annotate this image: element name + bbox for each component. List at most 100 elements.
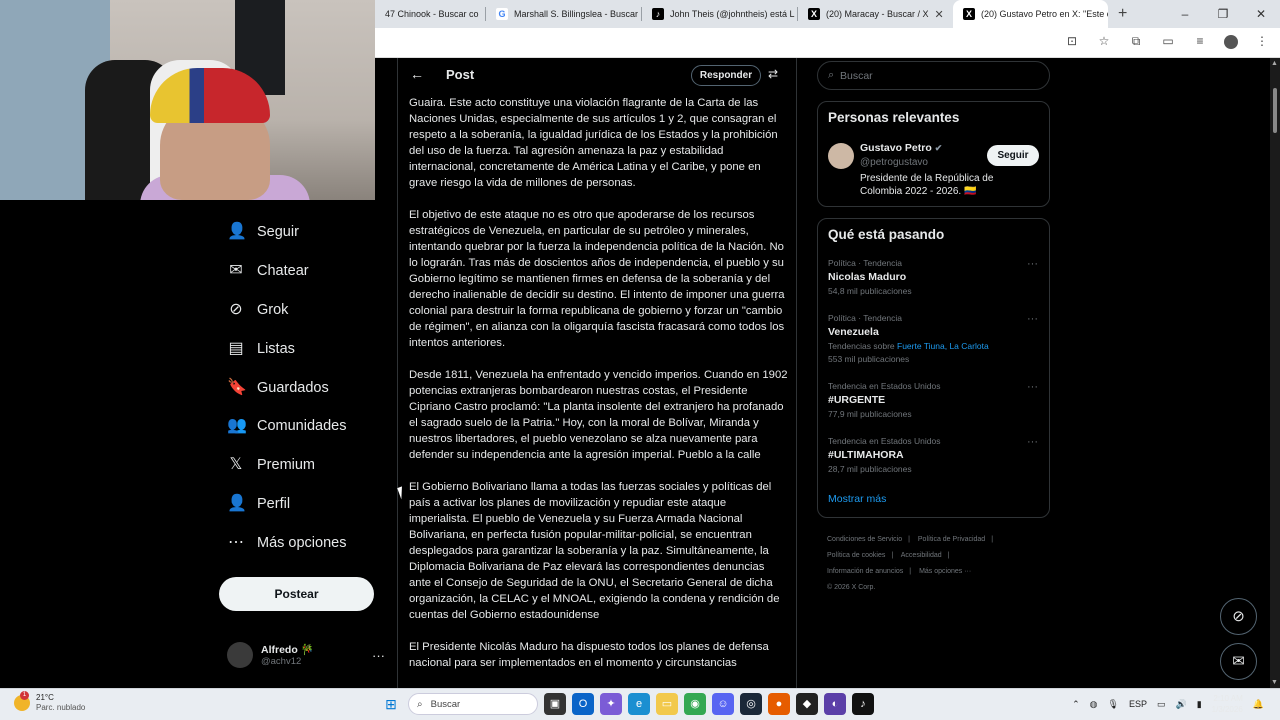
discord-icon[interactable]: ☺ [712,693,734,715]
sidebar-footer: Condiciones de Servicio | Política de Pri… [827,532,1047,596]
window-controls: – ❐ ✕ [1166,0,1280,28]
tiktok-icon[interactable]: ♪ [852,693,874,715]
avatar[interactable] [828,143,854,169]
mail-icon: ✉ [229,262,243,279]
scroll-down-icon[interactable]: ▼ [1271,679,1278,686]
app-icon[interactable]: ● [768,693,790,715]
nav-item-guardados[interactable]: 🔖 Guardados [227,373,329,403]
taskbar-search[interactable]: ⌕ Buscar [408,693,538,715]
cast-icon[interactable]: ▭ [1160,34,1176,49]
footer-link[interactable]: Más opciones ··· [919,568,971,575]
extensions-icon[interactable]: ⧉ [1128,34,1144,49]
maximize-button[interactable]: ❐ [1204,0,1242,28]
copilot-icon[interactable]: ✦ [600,693,622,715]
star-icon[interactable]: ☆ [1096,34,1112,49]
clock[interactable]: 2:10 AM 1/3/2026 [1212,693,1243,715]
obs-icon[interactable]: ◐ [824,693,846,715]
user-name[interactable]: Gustavo Petro ✔ [860,142,942,154]
trend-related: Tendencias sobre Fuerte Tiuna, La Carlot… [828,341,1038,351]
weather-widget[interactable]: 1 21°C Parc. nublado [14,691,85,713]
trend-item[interactable]: Política · Tendencia Venezuela Tendencia… [828,313,1038,364]
nav-item-perfil[interactable]: 👤 Perfil [227,489,290,519]
taskbar-apps: ⊞ ⌕ Buscar ▣ O ✦ e ▭ ◉ ☺ ◎ ● ◆ ◐ ♪ [380,693,874,715]
chrome-icon[interactable]: ◉ [684,693,706,715]
footer-link[interactable]: Política de Privacidad [918,536,985,543]
profile-avatar-icon[interactable] [1224,35,1238,49]
task-view-icon[interactable]: ▣ [544,693,566,715]
scroll-up-icon[interactable]: ▲ [1271,60,1278,67]
close-tab-icon[interactable]: ✕ [479,8,486,21]
footer-separator: | [991,536,994,543]
follow-icon: 👤 [227,223,247,240]
footer-link[interactable]: Información de anuncios [827,568,903,575]
volume-icon[interactable]: 🔊 [1175,699,1186,710]
monitor-icon[interactable]: ▭ [1157,699,1166,710]
account-switcher[interactable]: Alfredo 🎋 @achv12 ··· [227,642,385,668]
install-app-icon[interactable]: ⊡ [1064,34,1080,49]
nav-item-seguir[interactable]: 👤 Seguir [227,217,299,247]
browser-tab[interactable]: X (20) Maracay - Buscar / X ✕ [798,0,953,28]
trend-item[interactable]: Política · Tendencia Nicolas Maduro 54,8… [828,258,1038,296]
close-window-button[interactable]: ✕ [1242,0,1280,28]
notifications-icon[interactable]: 🔔 [1253,699,1264,710]
windows-taskbar: 1 21°C Parc. nublado ⊞ ⌕ Buscar ▣ O ✦ e … [0,688,1280,720]
google-icon: G [496,8,508,20]
grok-float-button[interactable]: ⊘ [1220,598,1257,635]
trend-item[interactable]: Tendencia en Estados Unidos #URGENTE 77,… [828,381,1038,419]
steam-icon[interactable]: ◎ [740,693,762,715]
address-bar[interactable]: ⊡ ☆ ⧉ ▭ ≡ ⋮ [375,28,1280,58]
trend-item[interactable]: Tendencia en Estados Unidos #ULTIMAHORA … [828,436,1038,474]
nav-item-mas-opciones[interactable]: ⋯ Más opciones [227,528,346,558]
trend-topic: #URGENTE [828,394,886,406]
nav-item-premium[interactable]: 𝕏 Premium [227,450,315,480]
language-indicator[interactable]: ESP [1129,699,1147,709]
footer-link[interactable]: Política de cookies [827,552,885,559]
nav-item-grok[interactable]: ⊘ Grok [227,295,288,325]
mail-icon: ✉ [1232,653,1245,670]
file-explorer-icon[interactable]: ▭ [656,693,678,715]
browser-tab[interactable]: G Marshall S. Billingslea - Buscar ✕ [486,0,641,28]
search-input[interactable]: ⌕ Buscar [817,61,1050,90]
close-tab-icon[interactable]: ✕ [795,8,797,21]
more-icon[interactable]: ··· [372,648,385,663]
battery-icon[interactable]: ▮ [1197,699,1202,710]
network-icon[interactable]: ◍ [1090,699,1098,710]
post-button[interactable]: Postear [219,577,374,611]
new-tab-button[interactable]: + [1108,0,1137,28]
menu-icon[interactable]: ⋮ [1254,34,1270,49]
reply-button[interactable]: Responder [691,65,761,86]
close-tab-icon[interactable]: ✕ [638,8,641,21]
more-icon[interactable]: ··· [1027,313,1038,325]
show-more-link[interactable]: Mostrar más [828,493,886,505]
footer-link[interactable]: Accesibilidad [901,552,942,559]
messages-float-button[interactable]: ✉ [1220,643,1257,680]
close-tab-icon[interactable]: ✕ [929,8,944,21]
follow-button[interactable]: Seguir [987,145,1039,166]
more-icon[interactable]: ··· [1027,381,1038,393]
filter-icon[interactable]: ⇄ [768,67,778,81]
page-title: Post [446,67,475,82]
x-icon: X [808,8,820,20]
page-scrollbar[interactable]: ▲ ▼ [1270,58,1280,688]
github-icon[interactable]: ◆ [796,693,818,715]
footer-link[interactable]: Condiciones de Servicio [827,536,902,543]
outlook-icon[interactable]: O [572,693,594,715]
back-arrow-icon[interactable]: ← [410,66,424,82]
trend-related-links[interactable]: Fuerte Tiuna, La Carlota [897,341,989,351]
browser-tab[interactable]: 47 Chinook - Buscar co ✕ [375,0,485,28]
microphone-icon[interactable]: 🎙 [1108,699,1119,710]
media-icon[interactable]: ≡ [1192,34,1208,49]
browser-tab[interactable]: ♪ John Theis (@johntheis) está L ✕ [642,0,797,28]
edge-icon[interactable]: e [628,693,650,715]
chevron-up-icon[interactable]: ⌃ [1072,699,1080,710]
nav-item-comunidades[interactable]: 👥 Comunidades [227,411,346,441]
browser-tab-active[interactable]: X (20) Gustavo Petro en X: "Este c ✕ [953,0,1108,28]
more-icon[interactable]: ··· [1027,258,1038,270]
scrollbar-thumb[interactable] [1273,88,1277,133]
grok-icon: ⊘ [1232,608,1245,625]
nav-item-listas[interactable]: ▤ Listas [227,334,294,364]
minimize-button[interactable]: – [1166,0,1204,28]
windows-start-icon[interactable]: ⊞ [380,693,402,715]
nav-item-chatear[interactable]: ✉ Chatear [227,256,308,286]
more-icon[interactable]: ··· [1027,436,1038,448]
